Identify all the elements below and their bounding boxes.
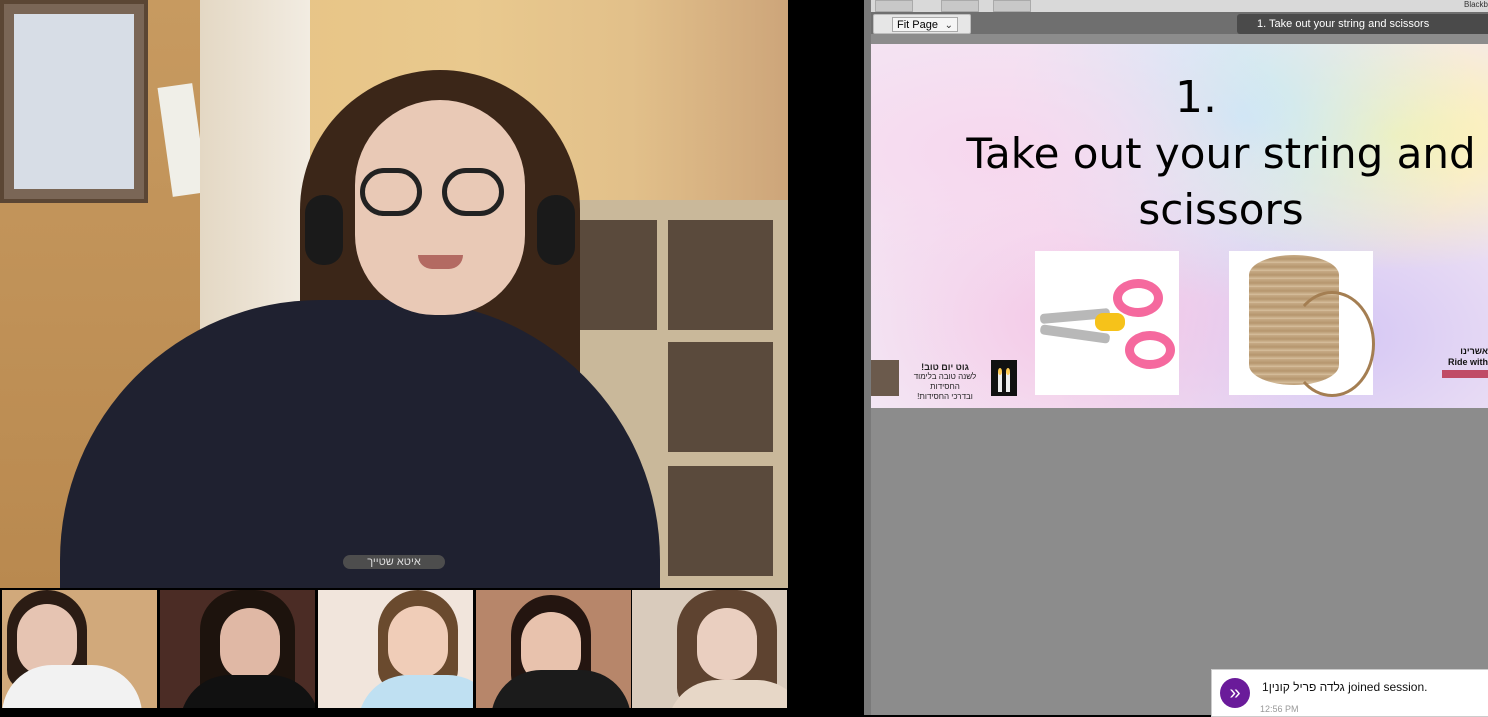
participant-name-label: איטא שטייך	[343, 555, 445, 569]
top-right-label: Blackb	[1463, 0, 1488, 9]
toolbar-button[interactable]	[941, 0, 979, 12]
chevron-down-icon: ⌄	[944, 20, 953, 31]
zoom-select-value: Fit Page	[897, 19, 938, 31]
logo-english-text: Ride with	[1448, 357, 1488, 367]
glasses	[360, 168, 510, 220]
slide-title-dropdown[interactable]: 1. Take out your string and scissors	[1237, 14, 1488, 34]
presentation-toolbar: Fit Page ⌄ 1. Take out your string and s…	[871, 12, 1488, 34]
panel-divider[interactable]	[864, 0, 871, 715]
candles-image	[991, 360, 1017, 396]
hebrew-greeting-line2: לשנה טובה בלימוד החסידות	[913, 372, 977, 391]
slide-heading-line2: scissors	[1138, 185, 1304, 234]
presentation-panel: Blackb Fit Page ⌄ 1. Take out your strin…	[871, 0, 1488, 717]
slide-canvas: 1. Take out your string and scissors גוט…	[871, 44, 1488, 408]
video-area: איטא שטייך	[0, 0, 864, 715]
scissors-image	[1035, 251, 1179, 395]
thumbnail-video[interactable]	[476, 590, 631, 708]
notification-time: 12:56 PM	[1260, 704, 1299, 714]
participant-thumbnails	[0, 588, 788, 710]
double-chevron-right-icon: »	[1220, 678, 1250, 708]
thumbnail-video[interactable]	[160, 590, 315, 708]
notification-message: גלדה פריל קונין1 joined session.	[1262, 680, 1427, 694]
thumbnail-video[interactable]	[632, 590, 787, 708]
hebrew-greeting: גוט יום טוב! לשנה טובה בלימוד החסידות וב…	[901, 362, 989, 402]
slide-heading-line1: Take out your string and	[966, 129, 1476, 178]
slide-number: 1.	[1175, 72, 1217, 123]
participant-mouth	[418, 255, 463, 269]
session-notification: » גלדה פריל קונין1 joined session. 12:56…	[1211, 669, 1488, 717]
string-spool-image	[1229, 251, 1375, 397]
wall-frame	[0, 0, 148, 203]
toolbar-button[interactable]	[993, 0, 1031, 12]
rebbe-portrait	[871, 360, 899, 396]
logo-hebrew-text: אשרינו	[1460, 346, 1488, 356]
zoom-control: Fit Page ⌄	[873, 14, 971, 34]
notification-user-name: גלדה פריל קונין1	[1262, 680, 1345, 694]
zoom-select[interactable]: Fit Page ⌄	[892, 17, 958, 32]
hebrew-greeting-line3: ובדרכי החסידות!	[917, 392, 973, 401]
notification-text: joined session.	[1348, 680, 1428, 694]
toolbar-button[interactable]	[875, 0, 913, 12]
hebrew-greeting-title: גוט יום טוב!	[921, 362, 969, 372]
ride-with-logo: אשרינו Ride with	[1442, 346, 1488, 378]
thumbnail-video[interactable]	[318, 590, 473, 708]
thumbnail-video[interactable]	[2, 590, 157, 708]
main-video[interactable]: איטא שטייך	[0, 0, 788, 588]
slide-heading: Take out your string and scissors	[911, 126, 1488, 238]
